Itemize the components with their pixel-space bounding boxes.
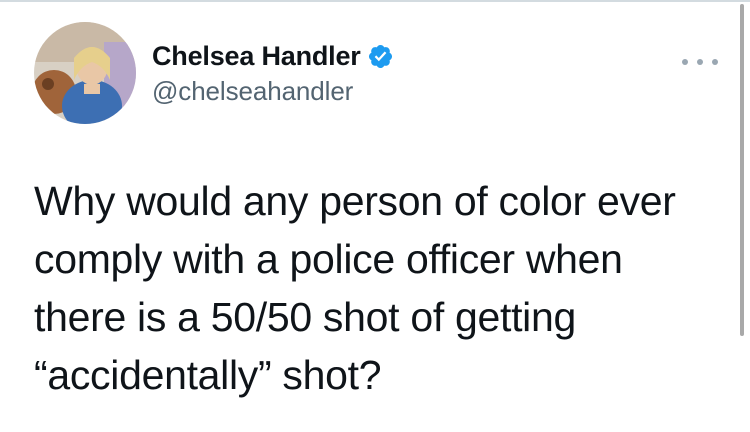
name-row: Chelsea Handler (152, 38, 394, 74)
scrollbar[interactable] (740, 4, 744, 336)
avatar[interactable] (34, 22, 136, 124)
display-name[interactable]: Chelsea Handler (152, 41, 361, 72)
more-options-icon[interactable] (682, 56, 718, 68)
more-dot (697, 59, 703, 65)
verified-badge-icon (367, 43, 394, 70)
user-handle[interactable]: @chelseahandler (152, 76, 394, 107)
more-dot (712, 59, 718, 65)
tweet-card: Chelsea Handler @chelseahandler Why woul… (0, 0, 750, 432)
author-block: Chelsea Handler @chelseahandler (152, 38, 394, 107)
avatar-image (34, 22, 136, 124)
tweet-text: Why would any person of color ever compl… (34, 178, 676, 398)
more-dot (682, 59, 688, 65)
